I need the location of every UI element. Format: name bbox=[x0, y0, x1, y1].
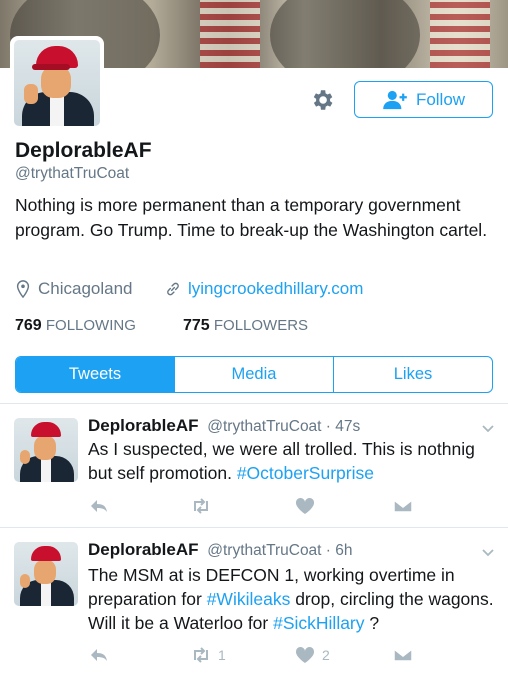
follow-label: Follow bbox=[415, 89, 466, 109]
following-stat[interactable]: 769 FOLLOWING bbox=[15, 317, 136, 335]
profile-avatar[interactable] bbox=[10, 36, 104, 130]
heart-icon bbox=[295, 497, 315, 514]
profile-website[interactable]: lyingcrookedhillary.com bbox=[165, 279, 363, 299]
tab-tweets[interactable]: Tweets bbox=[16, 357, 174, 392]
reply-icon bbox=[91, 500, 107, 512]
chevron-down-icon[interactable] bbox=[480, 544, 496, 560]
profile-name: DeplorableAF bbox=[15, 139, 152, 162]
heart-icon bbox=[295, 646, 315, 663]
like-count: 2 bbox=[322, 647, 330, 663]
location-text: Chicagoland bbox=[38, 279, 133, 298]
add-user-icon bbox=[383, 90, 407, 109]
tweet-text: As I suspected, we were all trolled. Thi… bbox=[88, 437, 498, 485]
profile-handle: @trythatTruCoat bbox=[15, 165, 130, 182]
retweet-icon bbox=[194, 647, 208, 663]
tweet-item[interactable]: DeplorableAF @trythatTruCoat · 6h The MS… bbox=[0, 527, 508, 680]
chevron-down-icon[interactable] bbox=[480, 420, 496, 436]
retweet-button[interactable]: 1 bbox=[190, 645, 226, 665]
followers-stat[interactable]: 775 FOLLOWERS bbox=[183, 317, 308, 335]
tab-likes[interactable]: Likes bbox=[333, 357, 492, 392]
avatar-image bbox=[14, 40, 100, 126]
following-label: FOLLOWING bbox=[45, 317, 136, 334]
direct-message-button[interactable] bbox=[392, 645, 414, 665]
direct-message-button[interactable] bbox=[392, 496, 414, 516]
following-count: 769 bbox=[15, 317, 42, 334]
tweet-handle-time: @trythatTruCoat · 47s bbox=[207, 418, 361, 435]
banner-photo-right bbox=[270, 0, 420, 68]
followers-label: FOLLOWERS bbox=[213, 317, 309, 334]
tweet-author-name[interactable]: DeplorableAF bbox=[88, 416, 199, 435]
retweet-icon bbox=[194, 498, 208, 514]
tweet-header: DeplorableAF @trythatTruCoat · 47s bbox=[88, 416, 360, 436]
location-pin-icon bbox=[16, 280, 30, 298]
tweet-author-name[interactable]: DeplorableAF bbox=[88, 540, 199, 559]
reply-icon bbox=[91, 649, 107, 661]
profile-location: Chicagoland bbox=[15, 279, 133, 299]
hashtag-link[interactable]: #SickHillary bbox=[273, 613, 364, 633]
profile-bio: Nothing is more permanent than a tempora… bbox=[15, 195, 488, 240]
banner-flag-right bbox=[430, 0, 490, 68]
follow-button[interactable]: Follow bbox=[354, 81, 493, 118]
tweet-header: DeplorableAF @trythatTruCoat · 6h bbox=[88, 540, 353, 560]
like-button[interactable] bbox=[294, 496, 322, 516]
tweet-avatar[interactable] bbox=[14, 542, 78, 606]
gear-icon[interactable] bbox=[309, 87, 335, 113]
retweet-button[interactable] bbox=[190, 496, 218, 516]
website-link[interactable]: lyingcrookedhillary.com bbox=[188, 279, 363, 299]
link-icon bbox=[167, 282, 179, 296]
tab-media[interactable]: Media bbox=[174, 357, 333, 392]
tweet-text-part: ? bbox=[364, 613, 380, 633]
banner-flag-left bbox=[200, 0, 260, 68]
envelope-icon bbox=[393, 499, 413, 513]
followers-count: 775 bbox=[183, 317, 210, 334]
envelope-icon bbox=[393, 648, 413, 662]
reply-button[interactable] bbox=[88, 496, 110, 516]
profile-tabs: Tweets Media Likes bbox=[15, 356, 493, 393]
like-button[interactable]: 2 bbox=[294, 645, 330, 665]
retweet-count: 1 bbox=[218, 647, 226, 663]
tweet-avatar[interactable] bbox=[14, 418, 78, 482]
hashtag-link[interactable]: #OctoberSurprise bbox=[237, 463, 374, 483]
tweet-handle-time: @trythatTruCoat · 6h bbox=[207, 542, 353, 559]
tweet-item[interactable]: DeplorableAF @trythatTruCoat · 47s As I … bbox=[0, 403, 508, 526]
tweet-text: The MSM at is DEFCON 1, working overtime… bbox=[88, 563, 498, 635]
hashtag-link[interactable]: #Wikileaks bbox=[207, 589, 291, 609]
reply-button[interactable] bbox=[88, 645, 110, 665]
